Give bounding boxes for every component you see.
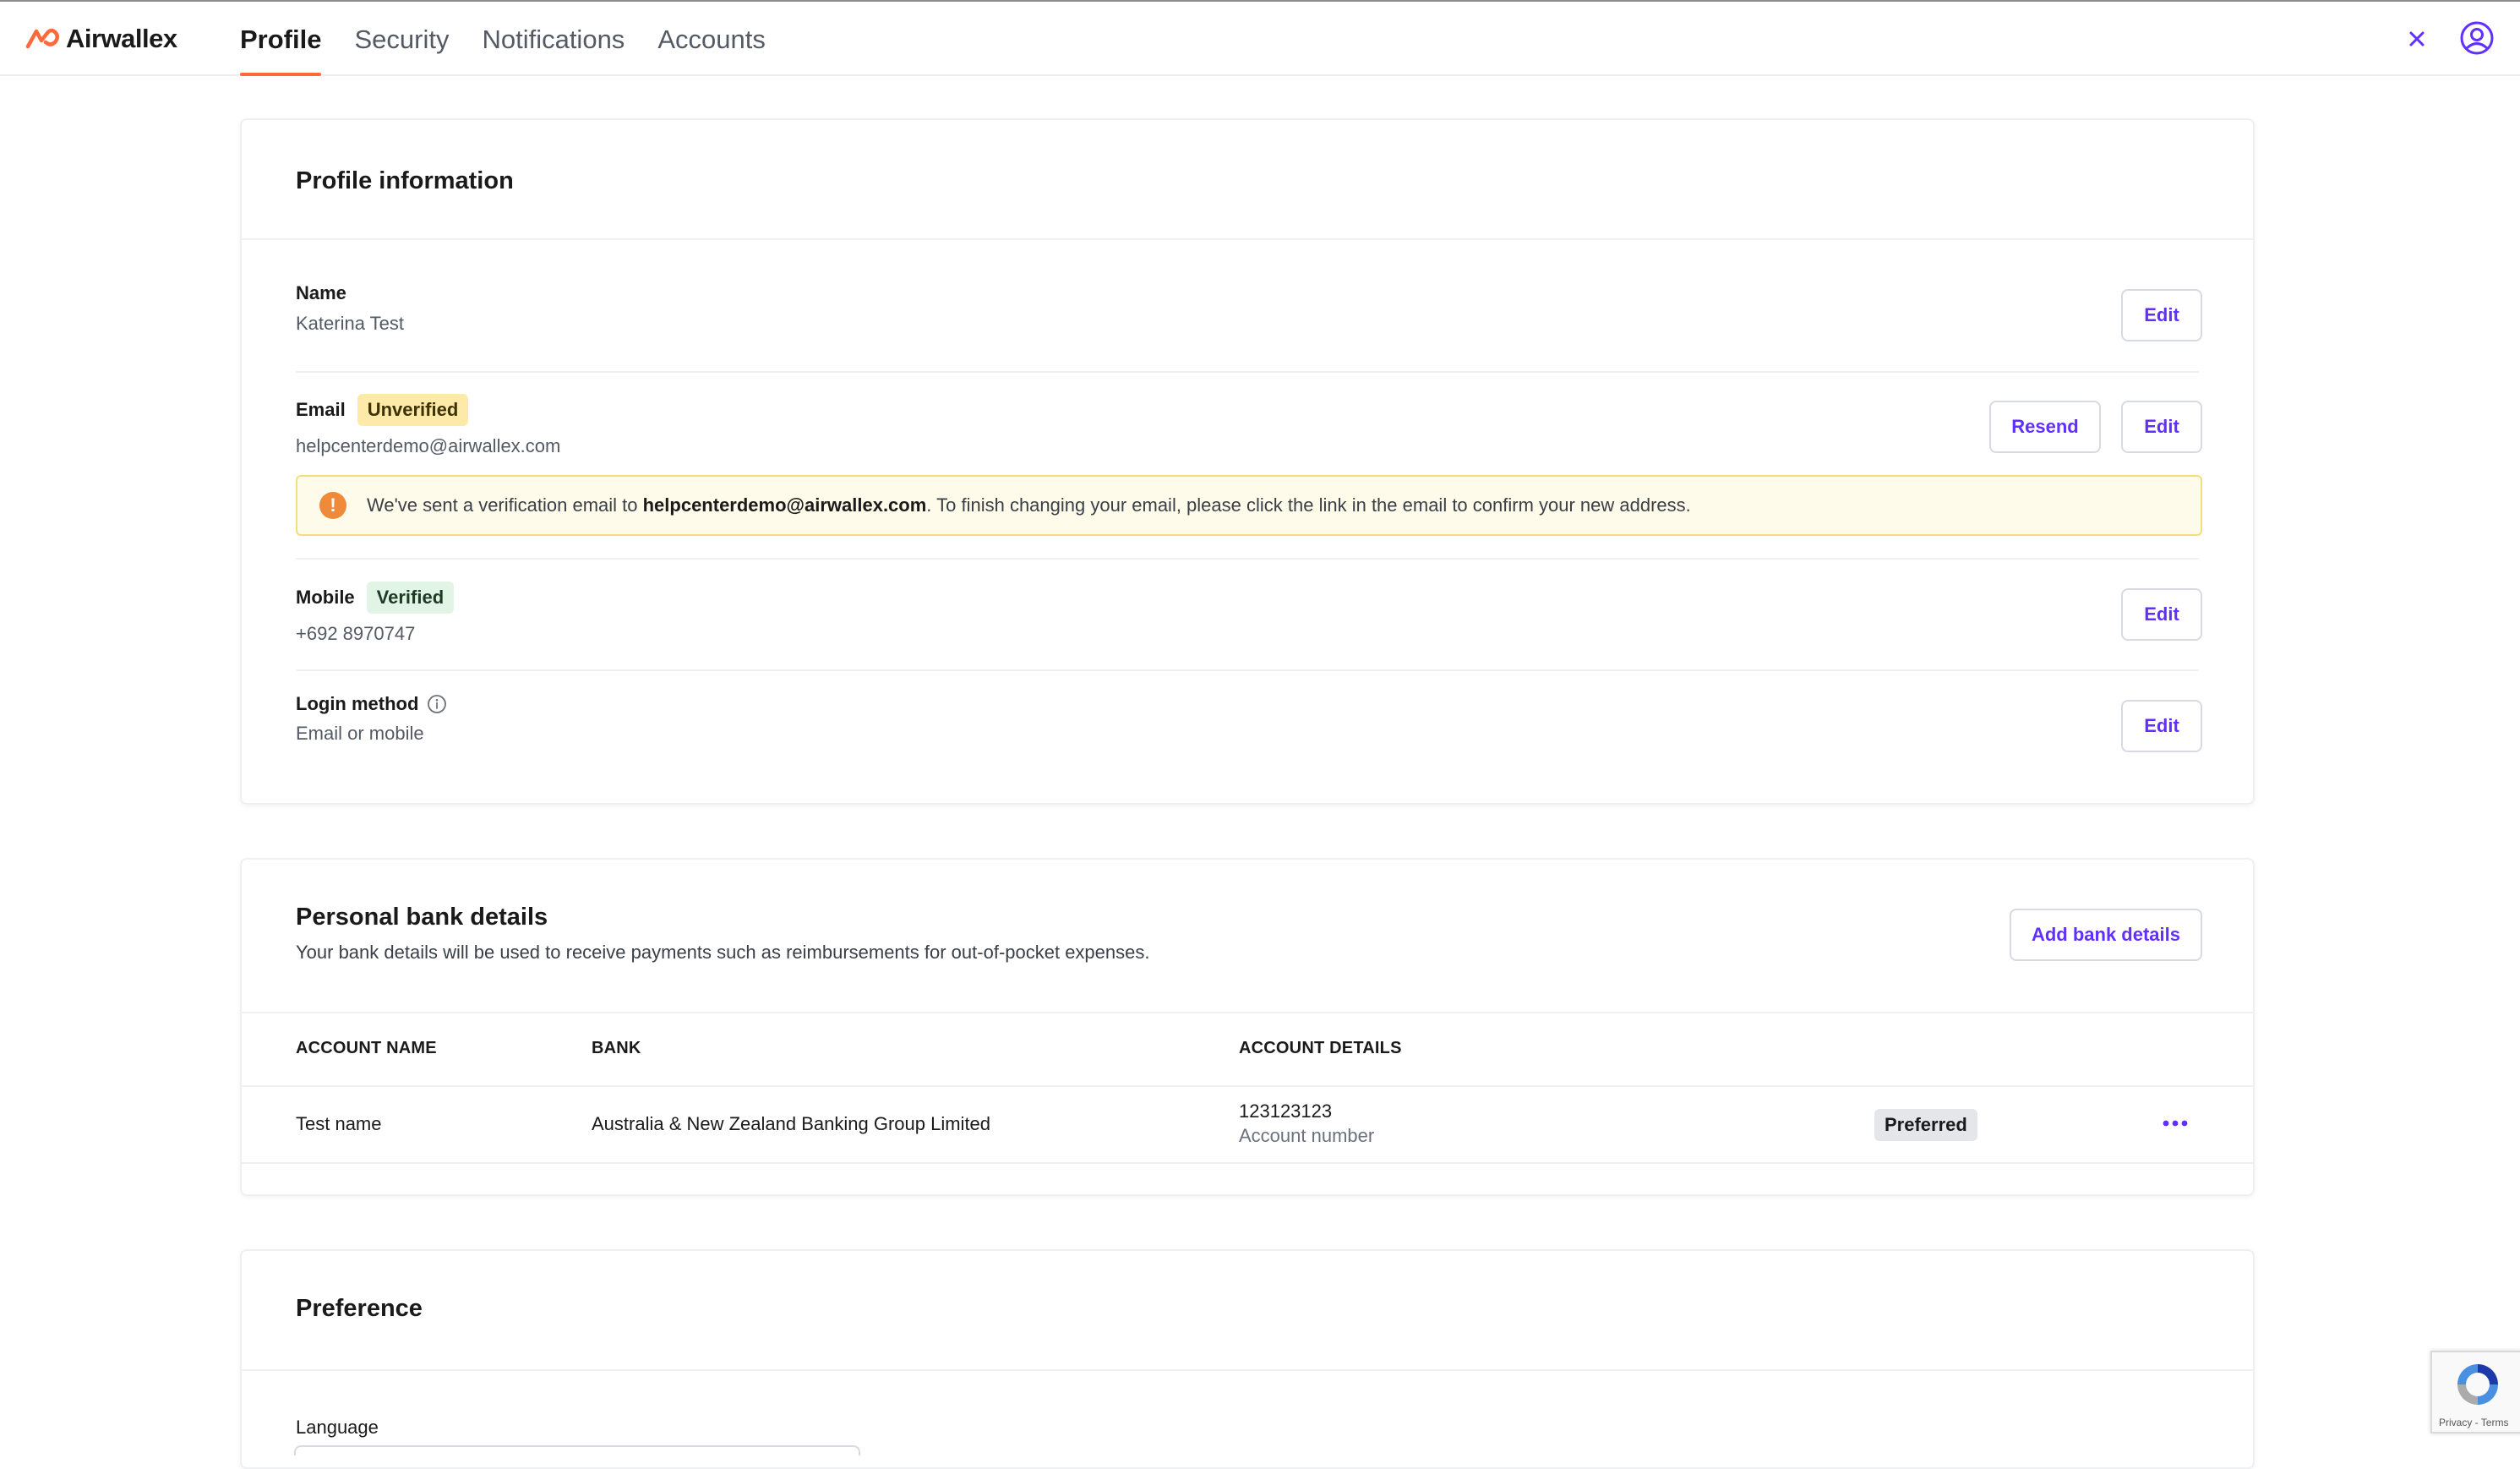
email-value: helpcenterdemo@airwallex.com [296, 435, 561, 456]
notice-email: helpcenterdemo@airwallex.com [642, 494, 927, 516]
language-label: Language [296, 1417, 379, 1438]
column-header-account-name: ACCOUNT NAME [296, 1039, 437, 1057]
tab-notifications[interactable]: Notifications [482, 2, 625, 76]
login-method-value: Email or mobile [296, 723, 424, 744]
divider [296, 371, 2199, 373]
tab-security[interactable]: Security [354, 2, 449, 76]
column-header-account-details: ACCOUNT DETAILS [1239, 1039, 1402, 1057]
login-method-label: Login method [296, 693, 447, 715]
column-header-bank: BANK [592, 1039, 641, 1057]
bank-details-title: Personal bank details [296, 904, 548, 931]
profile-information-title: Profile information [296, 167, 514, 194]
notice-text: We've sent a verification email to helpc… [367, 494, 1691, 516]
mobile-label: Mobile Verified [296, 582, 455, 614]
account-name-cell: Test name [296, 1113, 382, 1134]
profile-tabs: Profile Security Notifications Accounts [240, 2, 799, 76]
account-number-cell: 123123123 [1239, 1100, 1333, 1122]
edit-mobile-button[interactable]: Edit [2121, 588, 2202, 641]
divider [296, 558, 2199, 560]
name-value: Katerina Test [296, 313, 405, 334]
mobile-value: +692 8970747 [296, 623, 416, 644]
preference-title: Preference [296, 1295, 423, 1322]
divider [296, 669, 2199, 671]
language-select[interactable] [294, 1445, 860, 1455]
preference-card: Preference Language [240, 1249, 2255, 1469]
name-label-text: Name [296, 282, 346, 303]
verified-badge: Verified [366, 582, 455, 614]
edit-name-button[interactable]: Edit [2121, 289, 2202, 341]
close-icon [2409, 31, 2425, 46]
name-label: Name [296, 282, 346, 304]
user-menu-button[interactable] [2459, 20, 2495, 56]
close-button[interactable] [2400, 22, 2434, 56]
user-circle-icon [2460, 21, 2494, 55]
divider [242, 1012, 2253, 1013]
personal-bank-details-card: Personal bank details Your bank details … [240, 858, 2255, 1196]
notice-prefix: We've sent a verification email to [367, 494, 643, 516]
email-label: Email Unverified [296, 394, 469, 426]
edit-login-method-button[interactable]: Edit [2121, 700, 2202, 752]
bank-details-subtitle: Your bank details will be used to receiv… [296, 942, 1150, 963]
top-navigation-bar: Airwallex Profile Security Notifications… [0, 0, 2520, 76]
recaptcha-icon [2457, 1364, 2498, 1405]
preferred-badge-wrap: Preferred [1874, 1109, 1977, 1141]
profile-information-card: Profile information Name Katerina Test E… [240, 118, 2255, 805]
more-horizontal-icon [2163, 1120, 2188, 1127]
divider [242, 1085, 2253, 1087]
login-method-label-text: Login method [296, 693, 419, 714]
brand-name: Airwallex [66, 24, 177, 53]
warning-icon: ! [319, 492, 346, 519]
recaptcha-links[interactable]: Privacy - Terms [2439, 1417, 2508, 1428]
airwallex-logo[interactable]: Airwallex [25, 24, 177, 54]
notice-suffix: . To finish changing your email, please … [926, 494, 1691, 516]
tab-accounts[interactable]: Accounts [657, 2, 766, 76]
account-number-label: Account number [1239, 1125, 1375, 1146]
email-verification-notice: ! We've sent a verification email to hel… [296, 475, 2202, 536]
info-icon[interactable] [427, 694, 447, 714]
mobile-label-text: Mobile [296, 587, 355, 608]
add-bank-details-button[interactable]: Add bank details [2010, 909, 2202, 961]
divider [242, 238, 2253, 240]
preferred-badge: Preferred [1874, 1109, 1977, 1141]
airwallex-logo-icon [25, 28, 59, 49]
unverified-badge: Unverified [357, 394, 469, 426]
resend-button[interactable]: Resend [1989, 401, 2101, 453]
email-label-text: Email [296, 399, 346, 420]
row-more-button[interactable] [2155, 1111, 2195, 1136]
tab-profile[interactable]: Profile [240, 2, 322, 76]
edit-email-button[interactable]: Edit [2121, 401, 2202, 453]
divider [242, 1162, 2253, 1164]
bank-cell: Australia & New Zealand Banking Group Li… [592, 1113, 991, 1134]
divider [242, 1369, 2253, 1371]
recaptcha-badge[interactable]: Privacy - Terms [2430, 1351, 2520, 1434]
